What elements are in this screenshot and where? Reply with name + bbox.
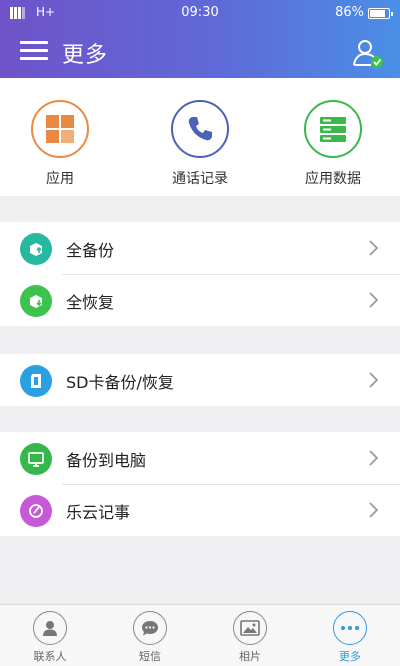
quick-action-app-data[interactable]: 应用数据	[273, 100, 393, 188]
chevron-right-icon	[369, 292, 378, 308]
menu-item-label: 全恢复	[66, 293, 115, 312]
chevron-right-icon	[369, 240, 378, 256]
status-bar: H+ 09:30 86%	[0, 0, 400, 26]
menu-item-label: 备份到电脑	[66, 451, 147, 470]
contacts-icon	[33, 611, 67, 645]
restore-icon	[20, 285, 52, 317]
page-title: 更多	[62, 43, 109, 68]
apps-grid-icon	[31, 100, 89, 158]
tab-label: 短信	[139, 650, 161, 663]
bottom-tab-bar: 联系人 短信 相片 更多	[0, 604, 400, 666]
app-header: H+ 09:30 86% 更多	[0, 0, 400, 78]
menu-icon[interactable]	[20, 40, 48, 62]
menu-item-label: SD卡备份/恢复	[66, 373, 174, 392]
quick-action-call-log[interactable]: 通话记录	[140, 100, 260, 188]
more-icon	[333, 611, 367, 645]
chevron-right-icon	[369, 502, 378, 518]
photo-icon	[233, 611, 267, 645]
quick-action-label: 通话记录	[172, 171, 228, 187]
menu-item-pc-backup[interactable]: 备份到电脑	[0, 432, 400, 484]
quick-action-label: 应用数据	[305, 171, 361, 187]
phone-icon	[171, 100, 229, 158]
tab-label: 相片	[239, 650, 261, 663]
tab-more[interactable]: 更多	[300, 611, 400, 664]
menu-item-full-restore[interactable]: 全恢复	[0, 274, 400, 326]
sd-card-icon	[20, 365, 52, 397]
cloud-group: 备份到电脑 乐云记事	[0, 432, 400, 536]
menu-item-label: 全备份	[66, 241, 115, 260]
quick-action-label: 应用	[46, 171, 74, 187]
backup-icon	[20, 233, 52, 265]
quick-action-apps[interactable]: 应用	[0, 100, 120, 188]
menu-item-label: 乐云记事	[66, 503, 131, 522]
account-icon[interactable]	[352, 38, 384, 68]
note-icon	[20, 495, 52, 527]
tab-label: 更多	[339, 650, 361, 663]
tab-photos[interactable]: 相片	[200, 611, 300, 664]
chevron-right-icon	[369, 450, 378, 466]
tab-label: 联系人	[33, 650, 67, 663]
tab-sms[interactable]: 短信	[100, 611, 200, 664]
menu-item-sd-card[interactable]: SD卡备份/恢复	[0, 354, 400, 406]
computer-icon	[20, 443, 52, 475]
menu-item-full-backup[interactable]: 全备份	[0, 222, 400, 274]
backup-restore-group: 全备份 全恢复	[0, 222, 400, 326]
menu-item-notes[interactable]: 乐云记事	[0, 484, 400, 536]
database-icon	[304, 100, 362, 158]
chevron-right-icon	[369, 372, 378, 388]
sd-card-group: SD卡备份/恢复	[0, 354, 400, 406]
battery-percent: 86%	[335, 5, 364, 20]
battery-icon	[368, 8, 393, 19]
quick-actions: 应用 通话记录 应用数据	[0, 78, 400, 196]
sms-icon	[133, 611, 167, 645]
tab-contacts[interactable]: 联系人	[0, 611, 100, 664]
